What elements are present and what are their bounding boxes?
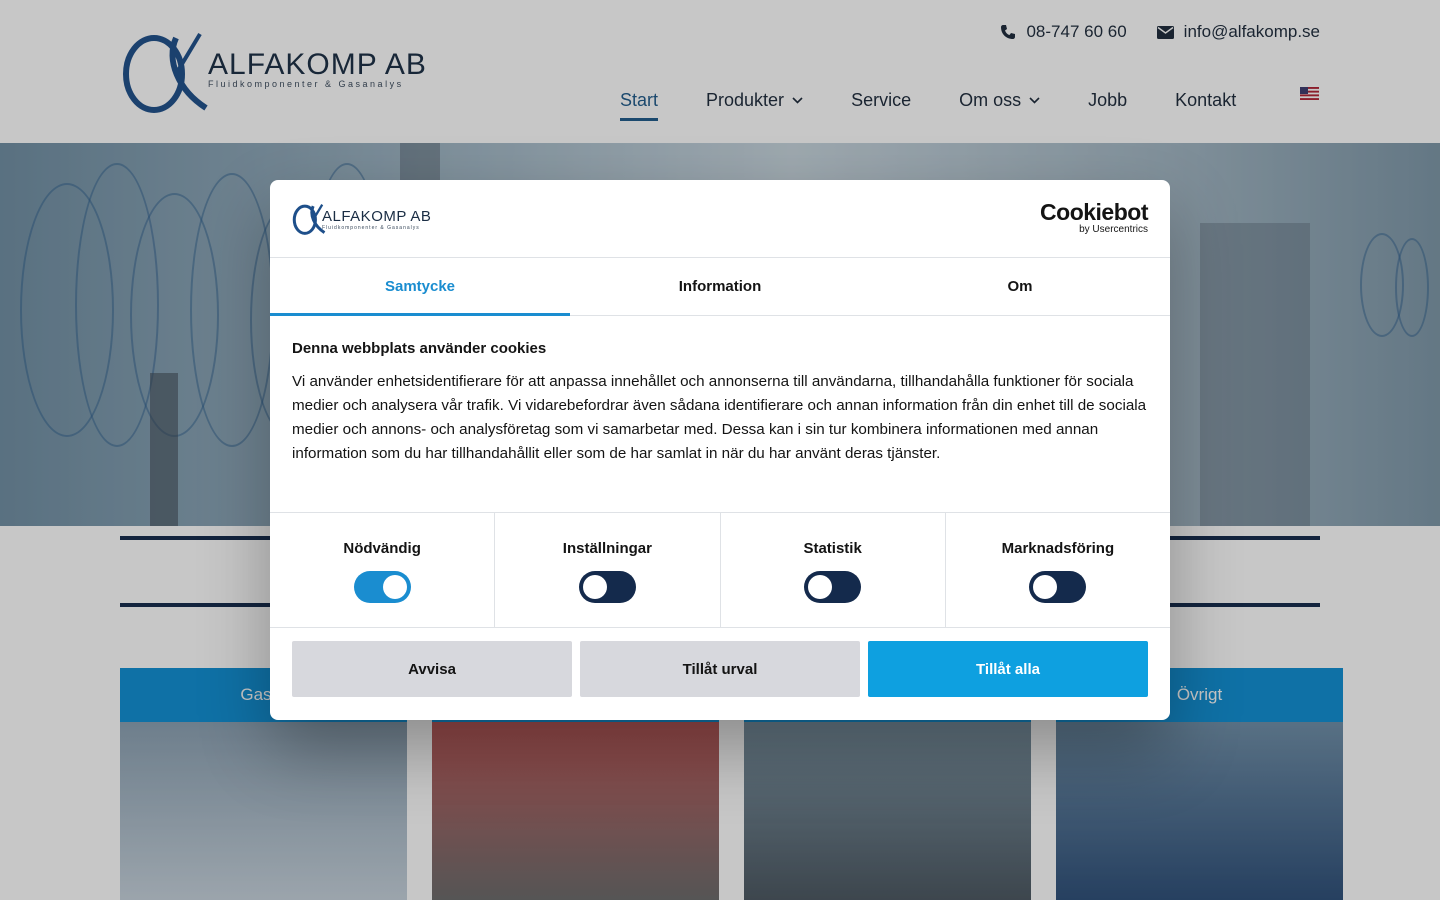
switch-knob	[382, 575, 407, 599]
dialog-logo-tagline: Fluidkomponenter & Gasanalys	[322, 225, 420, 231]
consent-heading: Denna webbplats använder cookies	[292, 340, 547, 357]
tab-om[interactable]: Om	[870, 258, 1170, 315]
switch-knob	[582, 575, 607, 599]
allow-all-button[interactable]: Tillåt alla	[868, 641, 1148, 697]
cookiebot-sub: by Usercentrics	[1079, 224, 1148, 235]
toggle-preferences: Inställningar	[495, 513, 721, 627]
consent-toggles: Nödvändig Inställningar Statistik Markna…	[270, 512, 1170, 628]
alpha-logo-icon	[292, 204, 326, 235]
toggle-label: Nödvändig	[343, 540, 421, 557]
marketing-switch[interactable]	[1029, 571, 1087, 603]
switch-knob	[808, 575, 833, 599]
necessary-switch[interactable]	[353, 571, 411, 603]
toggle-necessary: Nödvändig	[270, 513, 496, 627]
switch-knob	[1033, 575, 1058, 599]
preferences-switch[interactable]	[578, 571, 636, 603]
consent-body: Denna webbplats använder cookies Vi anvä…	[270, 316, 1170, 512]
toggle-label: Inställningar	[562, 540, 652, 557]
consent-tabs: Samtycke Information Om	[270, 258, 1170, 316]
cookiebot-brand: Cookiebot	[1040, 199, 1148, 225]
toggle-label: Statistik	[803, 540, 862, 557]
toggle-statistics: Statistik	[721, 513, 946, 627]
tab-information[interactable]: Information	[570, 258, 870, 315]
dialog-logo-name: ALFAKOMP AB	[322, 208, 432, 225]
dialog-header: ALFAKOMP AB Fluidkomponenter & Gasanalys…	[270, 180, 1170, 258]
toggle-marketing: Marknadsföring	[946, 513, 1170, 627]
toggle-label: Marknadsföring	[1001, 540, 1115, 557]
allow-selection-button[interactable]: Tillåt urval	[580, 641, 860, 697]
statistics-switch[interactable]	[804, 571, 862, 603]
cookie-consent-dialog: ALFAKOMP AB Fluidkomponenter & Gasanalys…	[270, 180, 1170, 720]
reject-button[interactable]: Avvisa	[292, 641, 572, 697]
consent-text: Vi använder enhetsidentifierare för att …	[292, 373, 1147, 462]
dialog-logo: ALFAKOMP AB Fluidkomponenter & Gasanalys	[292, 202, 442, 236]
cookiebot-logo[interactable]: Cookiebot by Usercentrics	[1040, 200, 1148, 235]
tab-samtycke[interactable]: Samtycke	[270, 258, 570, 316]
consent-buttons: Avvisa Tillåt urval Tillåt alla	[292, 641, 1148, 697]
